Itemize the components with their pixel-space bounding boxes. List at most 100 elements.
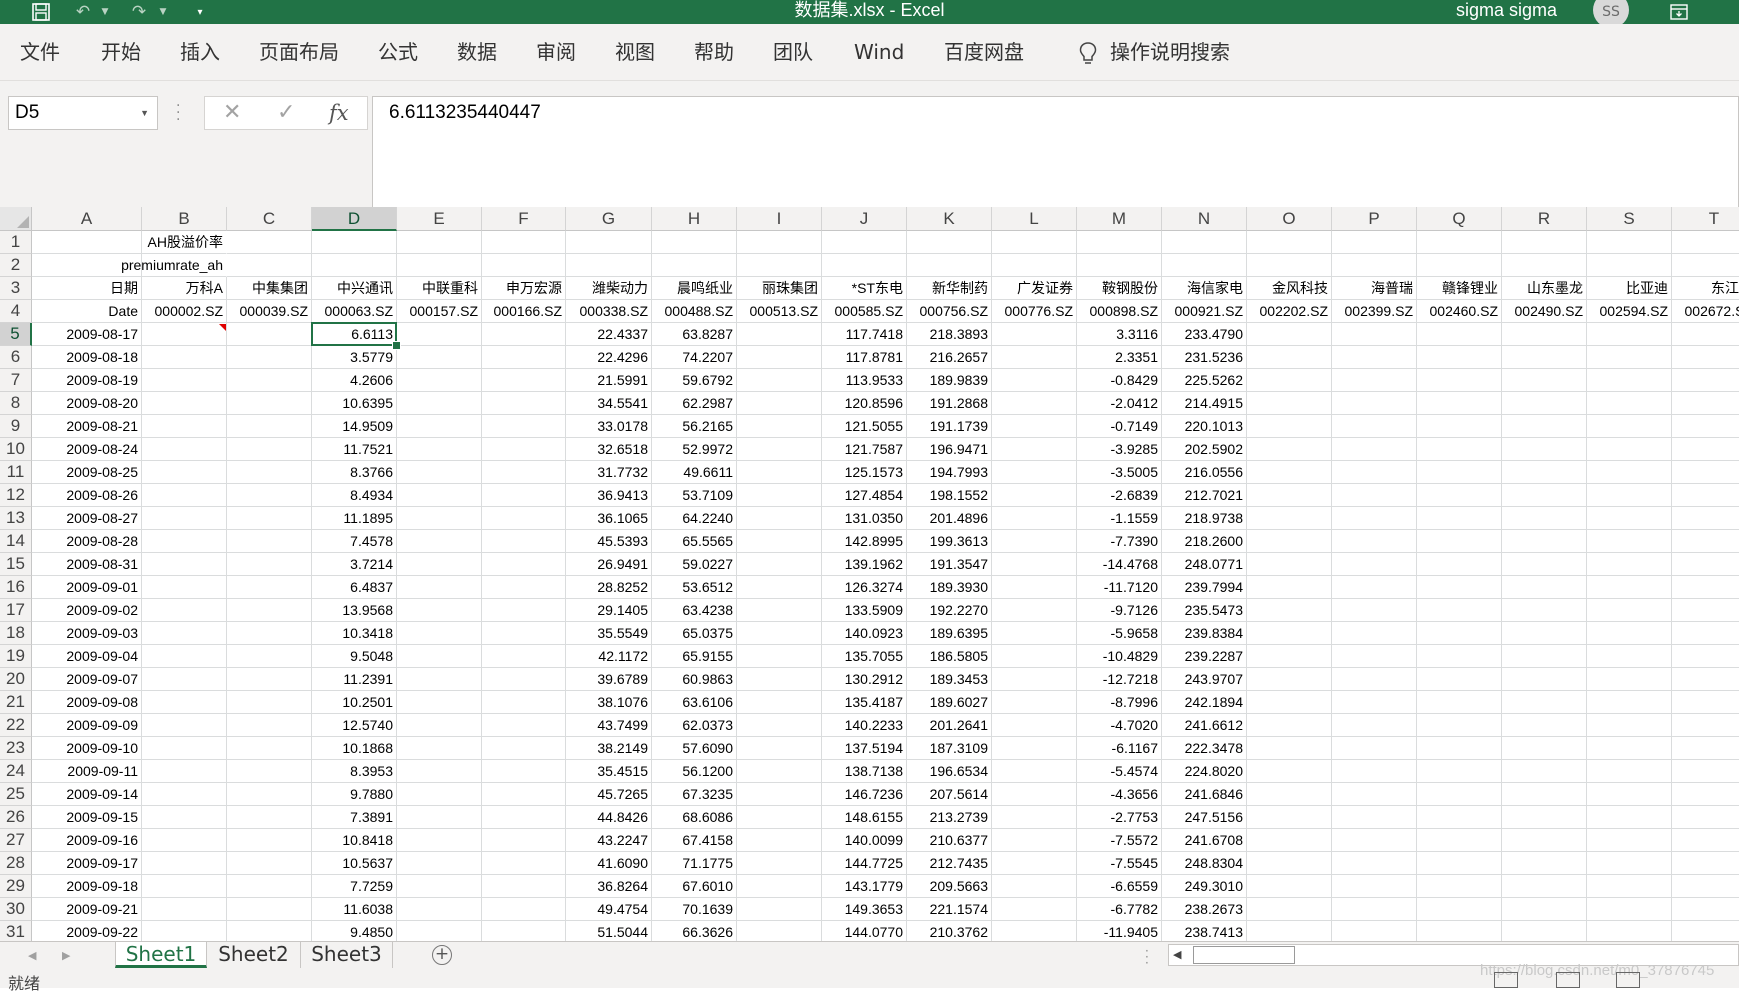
cell-k31[interactable]: 210.3762 (907, 921, 992, 941)
cell-n25[interactable]: 241.6846 (1162, 783, 1247, 806)
cell-l13[interactable] (992, 507, 1077, 530)
row-header-17[interactable]: 17 (0, 599, 32, 622)
cell-q18[interactable] (1417, 622, 1502, 645)
cell-a3[interactable]: 日期 (32, 277, 142, 300)
cell-g22[interactable]: 43.7499 (566, 714, 652, 737)
cell-i22[interactable] (737, 714, 822, 737)
cell-c14[interactable] (227, 530, 312, 553)
cell-l3[interactable]: 广发证券 (992, 277, 1077, 300)
cell-i25[interactable] (737, 783, 822, 806)
cell-e16[interactable] (397, 576, 482, 599)
cell-o15[interactable] (1247, 553, 1332, 576)
cell-d15[interactable]: 3.7214 (312, 553, 397, 576)
cell-p24[interactable] (1332, 760, 1417, 783)
cell-k28[interactable]: 212.7435 (907, 852, 992, 875)
cell-r28[interactable] (1502, 852, 1587, 875)
cell-d1[interactable] (312, 231, 397, 254)
tab-splitter-icon[interactable]: · · · (1145, 945, 1149, 969)
cell-k25[interactable]: 207.5614 (907, 783, 992, 806)
cell-a29[interactable]: 2009-09-18 (32, 875, 142, 898)
cell-n12[interactable]: 212.7021 (1162, 484, 1247, 507)
cell-m18[interactable]: -5.9658 (1077, 622, 1162, 645)
cell-r19[interactable] (1502, 645, 1587, 668)
cell-o5[interactable] (1247, 323, 1332, 346)
cell-h25[interactable]: 67.3235 (652, 783, 737, 806)
cell-i28[interactable] (737, 852, 822, 875)
row-header-20[interactable]: 20 (0, 668, 32, 691)
cell-h30[interactable]: 70.1639 (652, 898, 737, 921)
cell-i24[interactable] (737, 760, 822, 783)
cell-l8[interactable] (992, 392, 1077, 415)
cell-r16[interactable] (1502, 576, 1587, 599)
cell-i30[interactable] (737, 898, 822, 921)
cell-o4[interactable]: 002202.SZ (1247, 300, 1332, 323)
cell-l12[interactable] (992, 484, 1077, 507)
cell-q30[interactable] (1417, 898, 1502, 921)
cell-e30[interactable] (397, 898, 482, 921)
cell-j8[interactable]: 120.8596 (822, 392, 907, 415)
cell-n19[interactable]: 239.2287 (1162, 645, 1247, 668)
cell-g1[interactable] (566, 231, 652, 254)
cell-p1[interactable] (1332, 231, 1417, 254)
cell-i4[interactable]: 000513.SZ (737, 300, 822, 323)
cell-o1[interactable] (1247, 231, 1332, 254)
enter-formula-button[interactable]: ✓ (277, 97, 295, 129)
cell-p16[interactable] (1332, 576, 1417, 599)
cell-h19[interactable]: 65.9155 (652, 645, 737, 668)
cell-n26[interactable]: 247.5156 (1162, 806, 1247, 829)
cell-a24[interactable]: 2009-09-11 (32, 760, 142, 783)
cell-l5[interactable] (992, 323, 1077, 346)
cell-m15[interactable]: -14.4768 (1077, 553, 1162, 576)
cell-b12[interactable] (142, 484, 227, 507)
cell-l7[interactable] (992, 369, 1077, 392)
cell-s29[interactable] (1587, 875, 1672, 898)
cell-k29[interactable]: 209.5663 (907, 875, 992, 898)
cell-q7[interactable] (1417, 369, 1502, 392)
cell-a30[interactable]: 2009-09-21 (32, 898, 142, 921)
cell-m8[interactable]: -2.0412 (1077, 392, 1162, 415)
user-name[interactable]: sigma sigma (1456, 0, 1557, 20)
cell-a12[interactable]: 2009-08-26 (32, 484, 142, 507)
cell-m20[interactable]: -12.7218 (1077, 668, 1162, 691)
cell-g6[interactable]: 22.4296 (566, 346, 652, 369)
cell-t23[interactable] (1672, 737, 1739, 760)
cell-e14[interactable] (397, 530, 482, 553)
cell-a18[interactable]: 2009-09-03 (32, 622, 142, 645)
cell-s3[interactable]: 比亚迪 (1587, 277, 1672, 300)
cell-m31[interactable]: -11.9405 (1077, 921, 1162, 941)
column-header-g[interactable]: G (566, 207, 652, 231)
cell-p13[interactable] (1332, 507, 1417, 530)
cell-n13[interactable]: 218.9738 (1162, 507, 1247, 530)
cell-j11[interactable]: 125.1573 (822, 461, 907, 484)
cell-k3[interactable]: 新华制药 (907, 277, 992, 300)
cell-e13[interactable] (397, 507, 482, 530)
cell-t30[interactable] (1672, 898, 1739, 921)
cell-d17[interactable]: 13.9568 (312, 599, 397, 622)
cell-d12[interactable]: 8.4934 (312, 484, 397, 507)
cell-a7[interactable]: 2009-08-19 (32, 369, 142, 392)
column-header-k[interactable]: K (907, 207, 992, 231)
cell-s20[interactable] (1587, 668, 1672, 691)
cell-f12[interactable] (482, 484, 566, 507)
cell-e23[interactable] (397, 737, 482, 760)
row-header-25[interactable]: 25 (0, 783, 32, 806)
cell-f22[interactable] (482, 714, 566, 737)
cell-d5[interactable]: 6.6113 (312, 323, 397, 346)
cell-a11[interactable]: 2009-08-25 (32, 461, 142, 484)
cell-g11[interactable]: 31.7732 (566, 461, 652, 484)
cell-c4[interactable]: 000039.SZ (227, 300, 312, 323)
spreadsheet-grid[interactable]: A B C D E F G H I J K L M N O P Q R S T 1 2 3 4 5 6 7 8 9 10 11 12 13 14 1… (0, 207, 1739, 941)
cell-t13[interactable] (1672, 507, 1739, 530)
cell-o19[interactable] (1247, 645, 1332, 668)
cell-q29[interactable] (1417, 875, 1502, 898)
cell-c2[interactable] (227, 254, 312, 277)
cell-p20[interactable] (1332, 668, 1417, 691)
cell-l18[interactable] (992, 622, 1077, 645)
cell-a10[interactable]: 2009-08-24 (32, 438, 142, 461)
cell-c25[interactable] (227, 783, 312, 806)
cell-d21[interactable]: 10.2501 (312, 691, 397, 714)
cell-n7[interactable]: 225.5262 (1162, 369, 1247, 392)
cell-f4[interactable]: 000166.SZ (482, 300, 566, 323)
cell-k17[interactable]: 192.2270 (907, 599, 992, 622)
cell-k27[interactable]: 210.6377 (907, 829, 992, 852)
